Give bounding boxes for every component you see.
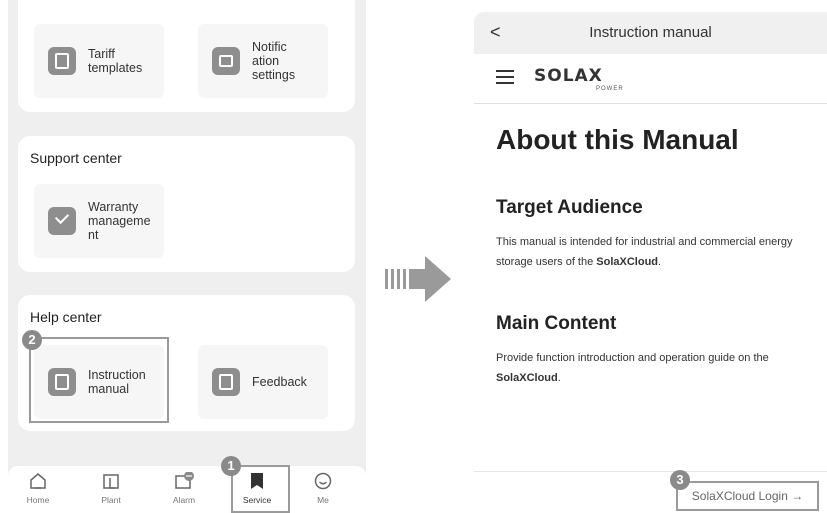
section-title-target-audience: Target Audience	[496, 197, 643, 218]
notification-settings-icon	[212, 47, 240, 75]
tab-me[interactable]: Me	[293, 472, 353, 505]
warranty-shield-icon	[48, 207, 76, 235]
home-icon	[30, 473, 46, 489]
tab-alarm[interactable]: Alarm	[154, 472, 214, 505]
tab-home[interactable]: Home	[8, 472, 68, 505]
me-icon	[314, 472, 332, 490]
nav-header: < Instruction manual	[474, 12, 827, 54]
alarm-icon	[175, 472, 194, 489]
section-text-target-audience: This manual is intended for industrial a…	[496, 236, 793, 268]
logo-word: SOLAX	[534, 66, 603, 86]
tariff-template-icon	[48, 47, 76, 75]
step-1-badge: 1	[221, 456, 241, 476]
tile-label: Warranty manageme nt	[88, 200, 151, 242]
support-center-title: Support center	[30, 150, 122, 166]
section-title-main-content: Main Content	[496, 313, 617, 334]
settings-card: Tariff templates Notific ation settings	[18, 0, 355, 112]
manual-heading: About this Manual	[496, 124, 739, 155]
notification-settings-tile[interactable]: Notific ation settings	[198, 24, 328, 98]
support-center-card: Support center Warranty manageme nt	[18, 136, 355, 272]
step-2-badge: 2	[22, 330, 42, 350]
solaxcloud-login-button[interactable]: SolaXCloud Login →	[676, 481, 819, 511]
tab-label: Home	[26, 495, 50, 505]
tab-plant[interactable]: Plant	[81, 472, 141, 505]
service-tab-highlight	[231, 465, 290, 513]
warranty-management-tile[interactable]: Warranty manageme nt	[34, 184, 164, 258]
section-text-main-content: Provide function introduction and operat…	[496, 352, 769, 384]
bottom-tab-bar: Home Plant Alarm Service Me	[8, 466, 366, 513]
tariff-templates-tile[interactable]: Tariff templates	[34, 24, 164, 98]
page-title: Instruction manual	[589, 24, 712, 41]
logo-sub: POWER	[596, 86, 624, 92]
menu-icon[interactable]	[496, 70, 514, 84]
manual-toolbar: SOLAX POWER	[474, 56, 827, 104]
footer-divider	[474, 471, 827, 472]
tab-label: Alarm	[172, 495, 196, 505]
service-screen: Tariff templates Notific ation settings …	[8, 0, 366, 513]
tile-label: Tariff templates	[88, 47, 143, 75]
solax-logo: SOLAX POWER	[534, 66, 623, 92]
feedback-icon	[212, 368, 240, 396]
instruction-manual-screen: < Instruction manual SOLAX POWER About t…	[474, 0, 827, 513]
tile-label: Notific ation settings	[252, 40, 296, 82]
help-center-title: Help center	[30, 309, 102, 325]
flow-arrow-icon	[385, 254, 455, 304]
plant-icon	[103, 474, 119, 489]
feedback-tile[interactable]: Feedback	[198, 345, 328, 419]
step-3-badge: 3	[670, 470, 690, 490]
tile-label: Feedback	[252, 375, 307, 389]
tab-label: Me	[317, 495, 329, 505]
instruction-manual-highlight	[29, 337, 169, 423]
tab-label: Plant	[101, 495, 121, 505]
